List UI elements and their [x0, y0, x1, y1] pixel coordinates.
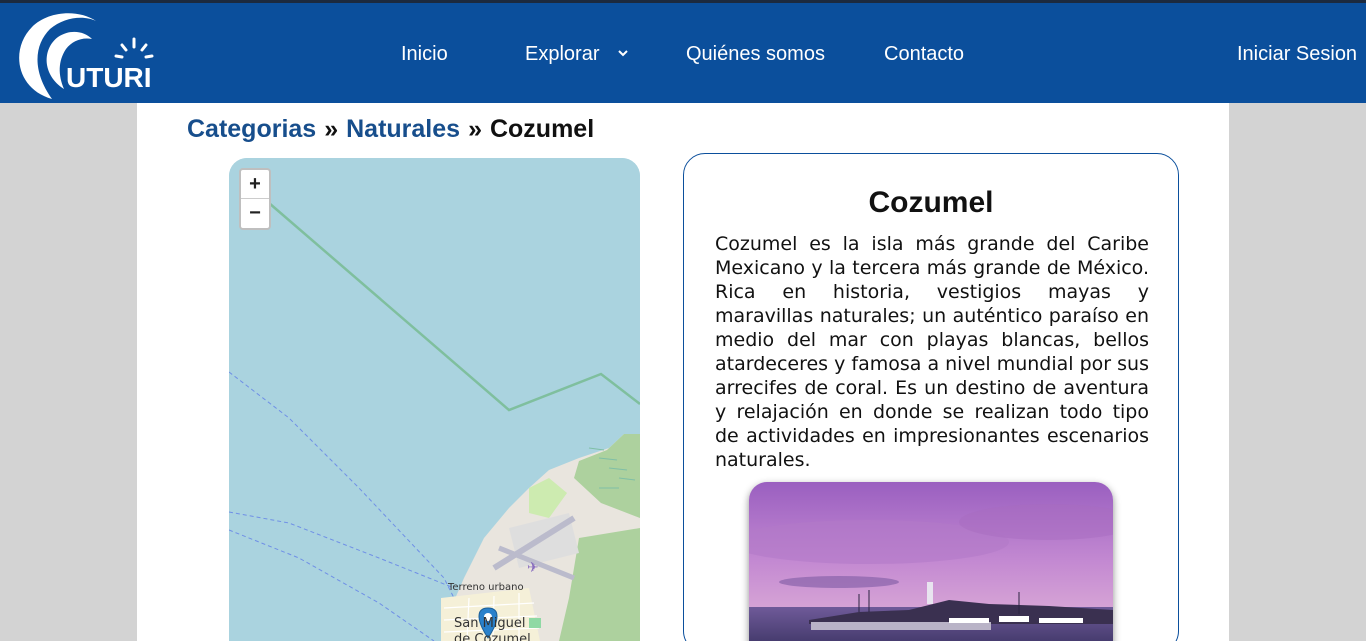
logo-text: UTURI: [66, 62, 152, 93]
breadcrumb-naturales[interactable]: Naturales: [346, 115, 460, 143]
zoom-control: + −: [239, 168, 271, 230]
card-title: Cozumel: [868, 186, 994, 219]
photo-image: [749, 482, 1113, 641]
zoom-out-button[interactable]: −: [241, 199, 269, 228]
breadcrumb: Categorias» Naturales» Cozumel: [187, 114, 594, 144]
navbar: UTURI Inicio Explorar Quiénes somos Cont…: [0, 3, 1366, 103]
nav-explorar[interactable]: Explorar: [525, 43, 599, 65]
map-label-town: San Miguel: [454, 616, 526, 631]
cozumel-photo: [749, 482, 1113, 641]
map-label-town-2: de Cozumel: [454, 632, 531, 641]
chevron-down-icon[interactable]: [618, 48, 628, 58]
nav-quienes-somos[interactable]: Quiénes somos: [686, 43, 825, 65]
nav-inicio[interactable]: Inicio: [401, 43, 448, 65]
zoom-in-button[interactable]: +: [241, 170, 269, 199]
location-map[interactable]: ✈ Terreno urbano San Miguel de Cozumel +…: [229, 158, 640, 641]
card-description: Cozumel es la isla más grande del Caribe…: [715, 233, 1149, 471]
uturi-logo[interactable]: UTURI: [12, 9, 167, 101]
breadcrumb-current: Cozumel: [489, 115, 595, 143]
breadcrumb-separator: »: [468, 115, 482, 143]
breadcrumb-categorias[interactable]: Categorias: [187, 115, 316, 143]
map-tiles[interactable]: ✈: [229, 158, 640, 641]
map-label-terreno: Terreno urbano: [448, 582, 524, 593]
nav-contacto[interactable]: Contacto: [884, 43, 964, 65]
breadcrumb-separator: »: [324, 115, 339, 143]
svg-text:✈: ✈: [527, 559, 539, 575]
nav-login[interactable]: Iniciar Sesion: [1237, 43, 1357, 65]
